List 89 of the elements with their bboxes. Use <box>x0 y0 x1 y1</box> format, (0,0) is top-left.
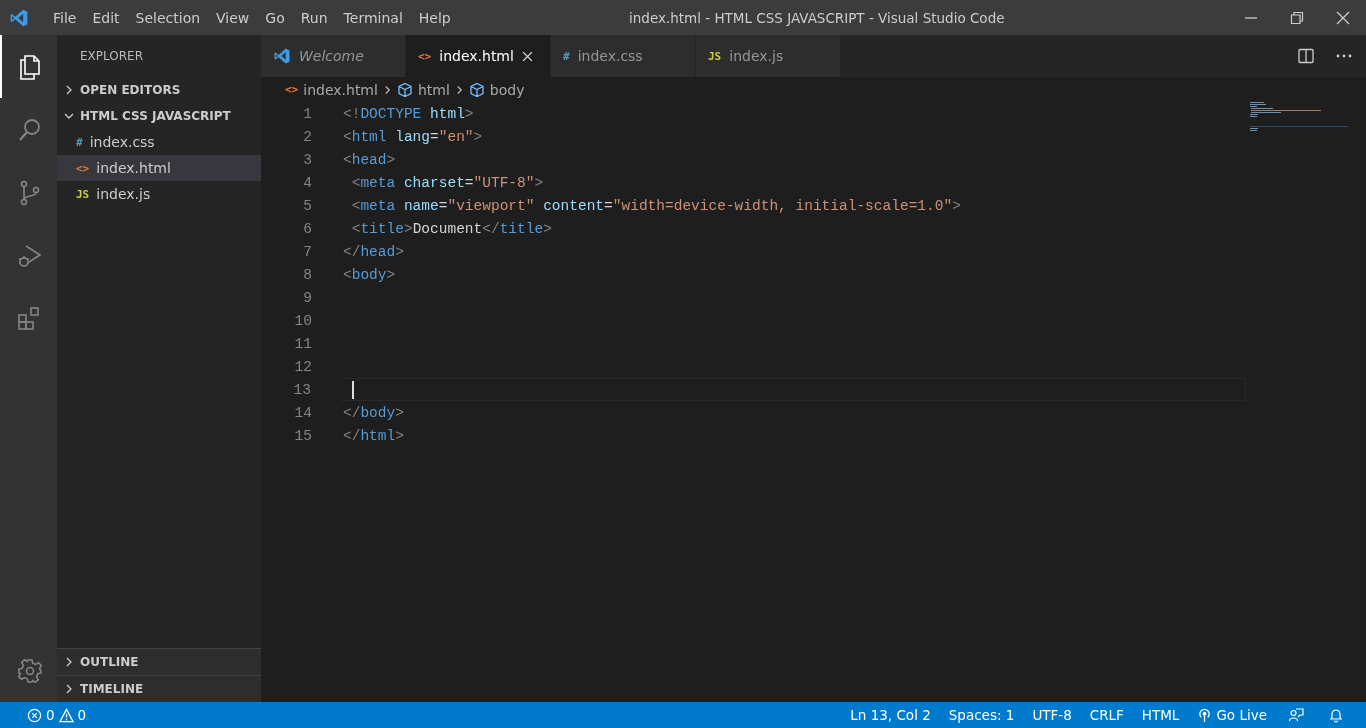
tab-label: index.css <box>577 48 643 64</box>
status-item[interactable]: UTF-8 <box>1023 707 1081 723</box>
code-line: <head> <box>343 151 396 168</box>
status-item[interactable]: Ln 13, Col 2 <box>841 707 940 723</box>
problems-status[interactable]: 0 0 <box>18 707 96 723</box>
line-number: 12 <box>293 358 312 375</box>
line-number: 10 <box>293 312 312 329</box>
code-line: <!DOCTYPE html> <box>343 105 474 122</box>
line-number: 9 <box>302 289 312 306</box>
chevron-right-icon <box>64 657 74 667</box>
section-header[interactable]: OUTLINE <box>57 648 261 675</box>
editor-tab[interactable]: Welcome <box>261 35 406 77</box>
code-line: <meta name="viewport" content="width=device-width, initial-scale=1.0"> <box>350 197 961 214</box>
editor-tab[interactable]: <> index.html <box>406 35 551 77</box>
explorer-file[interactable]: JS index.js <box>57 181 261 207</box>
code-line: <html lang="en"> <box>343 128 483 145</box>
file-type-icon: # <box>76 135 83 149</box>
close-icon[interactable] <box>521 50 533 62</box>
line-number: 1 <box>302 105 312 122</box>
vscode-logo-icon <box>273 47 291 65</box>
menu-item[interactable]: Help <box>410 9 459 26</box>
status-item[interactable]: Spaces: 1 <box>939 707 1024 723</box>
file-type-icon: <> <box>418 49 432 63</box>
menu-item[interactable]: Edit <box>84 9 128 26</box>
chevron-right-icon <box>64 684 74 694</box>
status-item[interactable]: HTML <box>1132 707 1189 723</box>
go-live-button[interactable]: Go Live <box>1188 707 1276 723</box>
status-item[interactable]: CRLF <box>1080 707 1133 723</box>
warning-icon <box>58 707 74 723</box>
warning-count: 0 <box>77 707 87 723</box>
error-icon <box>27 707 42 723</box>
close-icon[interactable] <box>1336 10 1350 25</box>
line-number: 13 <box>292 381 311 398</box>
line-number: 14 <box>293 404 312 421</box>
cube-icon <box>396 81 413 98</box>
breadcrumb-item[interactable]: index.html <box>303 81 378 98</box>
line-number: 2 <box>302 128 312 145</box>
cube-icon <box>468 81 485 98</box>
line-number: 6 <box>302 220 312 237</box>
code-line: <meta charset="UTF-8"> <box>350 174 544 191</box>
line-number: 8 <box>302 266 312 283</box>
text-cursor <box>352 380 354 399</box>
file-type-icon: JS <box>76 187 90 201</box>
menu-item[interactable]: Terminal <box>335 9 411 26</box>
editor-tab[interactable]: JS index.js <box>696 35 841 77</box>
line-number: 3 <box>302 151 312 168</box>
more-icon[interactable] <box>1336 54 1352 58</box>
line-number: 11 <box>293 335 312 352</box>
editor-tab[interactable]: # index.css <box>551 35 696 77</box>
chevron-right-icon <box>64 85 74 95</box>
breadcrumb-item[interactable]: body <box>489 81 525 98</box>
breadcrumb-item[interactable]: html <box>417 81 450 98</box>
sidebar-title: EXPLORER <box>80 49 143 63</box>
tab-label: index.html <box>439 48 514 64</box>
line-number: 5 <box>302 197 312 214</box>
menu-item[interactable]: Go <box>257 9 293 26</box>
code-line: <body> <box>343 266 396 283</box>
window-title: index.html - HTML CSS JAVASCRIPT - Visual Studio Code <box>629 9 1005 26</box>
section-header[interactable]: HTML CSS JAVASCRIPT <box>57 103 261 129</box>
menu-item[interactable]: View <box>208 9 258 26</box>
broadcast-icon <box>1197 707 1213 723</box>
explorer-file[interactable]: # index.css <box>57 129 261 155</box>
menu-item[interactable]: Run <box>292 9 336 26</box>
file-type-icon: <> <box>76 161 90 175</box>
explorer-file[interactable]: <> index.html <box>57 155 261 181</box>
tab-label: Welcome <box>299 48 364 64</box>
feedback-icon[interactable] <box>1288 707 1304 723</box>
section-header[interactable]: TIMELINE <box>57 675 261 702</box>
split-editor-icon[interactable] <box>1298 48 1314 64</box>
code-line: </body> <box>343 404 404 421</box>
error-count: 0 <box>46 707 55 723</box>
code-line: </html> <box>343 427 404 444</box>
code-line: </head> <box>343 243 404 260</box>
tab-label: index.js <box>729 48 784 64</box>
settings-icon[interactable] <box>15 656 44 685</box>
vscode-logo-icon <box>9 7 29 28</box>
menu-item[interactable]: Selection <box>127 9 209 26</box>
code-line: <title>Document</title> <box>350 220 552 237</box>
notifications-icon[interactable] <box>1328 707 1344 723</box>
file-type-icon: JS <box>708 49 722 63</box>
chevron-down-icon <box>64 111 74 121</box>
line-number: 4 <box>302 174 312 191</box>
menu-item[interactable]: File <box>45 9 85 26</box>
section-header[interactable]: OPEN EDITORS <box>57 77 261 103</box>
file-type-icon: # <box>563 49 570 63</box>
line-number: 7 <box>302 243 312 260</box>
line-number: 15 <box>293 427 312 444</box>
restore-icon[interactable] <box>1290 10 1304 25</box>
file-type-icon: <> <box>285 83 299 96</box>
